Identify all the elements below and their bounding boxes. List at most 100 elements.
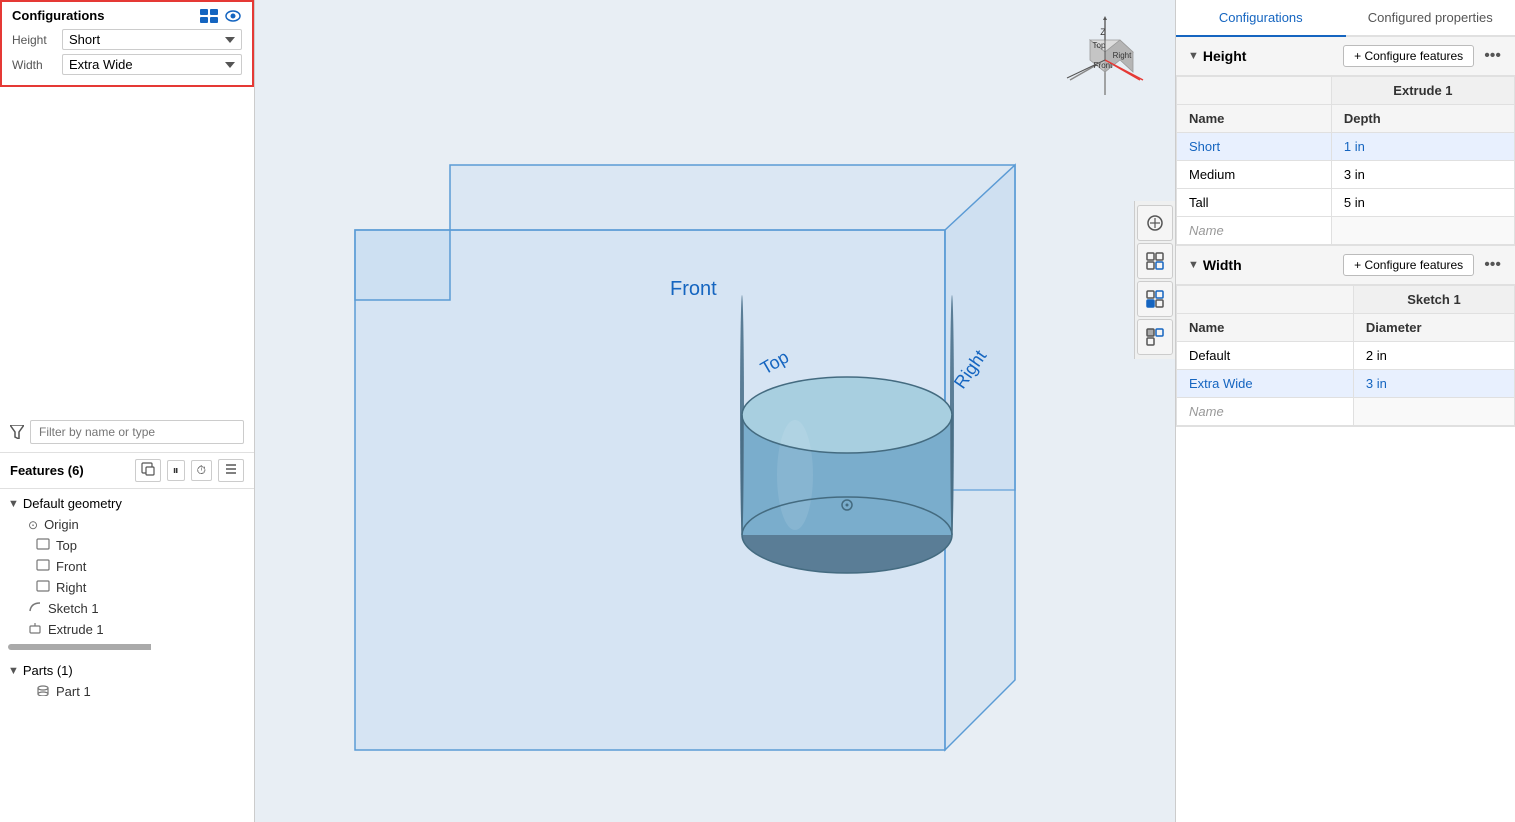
width-name-placeholder: Name (1177, 398, 1354, 426)
right-panel: Configurations Configured properties ▼ H… (1175, 0, 1515, 822)
filter-section (0, 412, 254, 453)
chevron-icon: ▼ (8, 498, 19, 510)
sketch-svg (28, 601, 42, 613)
configure-features-label: + Configure features (1354, 49, 1463, 63)
plane-svg-right (36, 580, 50, 592)
height-section-title: ▼ Height (1188, 48, 1343, 64)
height-feature-col-header: Extrude 1 (1331, 77, 1514, 105)
tree-item-extrude1[interactable]: Extrude 1 (0, 619, 254, 640)
list-icon (224, 462, 238, 476)
width-feature-col-header: Sketch 1 (1353, 286, 1514, 314)
features-title: Features (6) (10, 463, 129, 478)
height-configure-btn[interactable]: + Configure features (1343, 45, 1474, 67)
parts-group[interactable]: ▼ Parts (1) (0, 660, 254, 681)
extrude-icon (28, 622, 42, 637)
parts-section: ▼ Parts (1) Part 1 (0, 654, 254, 702)
add-instance-button[interactable] (135, 459, 161, 482)
width-name-col-header (1177, 286, 1354, 314)
3d-viewport[interactable]: Front Top Right (255, 0, 1175, 822)
default-geometry-label: Default geometry (23, 496, 122, 511)
width-select[interactable]: Default Extra Wide (62, 54, 242, 75)
filter-input[interactable] (30, 420, 244, 444)
width-label: Width (12, 58, 62, 72)
sketch1-label: Sketch 1 (48, 601, 99, 616)
grid-icon (200, 9, 220, 23)
config-title-icons (200, 9, 242, 23)
features-header: Features (6) ⏸ ⏱ (0, 453, 254, 489)
right-tabs: Configurations Configured properties (1176, 0, 1515, 37)
tab-configured-properties[interactable]: Configured properties (1346, 0, 1515, 37)
toolbar-btn-4[interactable] (1137, 319, 1173, 355)
svg-text:Front: Front (670, 278, 717, 300)
orientation-cube[interactable]: Z Front Right Top (1055, 10, 1155, 110)
toolbar-btn-2[interactable] (1137, 243, 1173, 279)
height-row-value-0: 1 in (1331, 133, 1514, 161)
list-button[interactable] (218, 459, 244, 482)
table-row[interactable]: Tall 5 in (1177, 189, 1515, 217)
width-row-name-1: Extra Wide (1177, 370, 1354, 398)
height-blank-cell (1331, 217, 1514, 245)
plane-svg-front (36, 559, 50, 571)
table-row[interactable]: Medium 3 in (1177, 161, 1515, 189)
eye-icon (224, 9, 242, 23)
width-row-name-0: Default (1177, 342, 1354, 370)
height-name-placeholder: Name (1177, 217, 1332, 245)
tree-item-front[interactable]: Front (0, 556, 254, 577)
height-config-row: Height Short Medium Tall (12, 29, 242, 50)
right-toolbar (1134, 201, 1175, 359)
plane-svg-top (36, 538, 50, 550)
plane-icon-right (36, 580, 50, 595)
parts-title: Parts (1) (23, 663, 73, 678)
pause-button[interactable]: ⏸ (167, 460, 185, 481)
table-row[interactable]: Name (1177, 398, 1515, 426)
table-row[interactable]: Name (1177, 217, 1515, 245)
table-row[interactable]: Extra Wide 3 in (1177, 370, 1515, 398)
tree-item-part1[interactable]: Part 1 (0, 681, 254, 702)
width-chevron: ▼ (1188, 259, 1199, 271)
height-table: Extrude 1 Name Depth Short 1 in Medium 3… (1176, 76, 1515, 245)
height-title: Height (1203, 48, 1247, 64)
toolbar-btn-1[interactable] (1137, 205, 1173, 241)
3d-scene: Front Top Right (255, 0, 1175, 822)
configurations-label: Configurations (12, 8, 104, 23)
plane-icon-top (36, 538, 50, 553)
tree-item-origin[interactable]: ⊙ Origin (0, 514, 254, 535)
extrude-svg (28, 622, 42, 634)
tab-configurations[interactable]: Configurations (1176, 0, 1346, 37)
width-row-value-0: 2 in (1353, 342, 1514, 370)
width-title: Width (1203, 257, 1242, 273)
sketch-icon (28, 601, 42, 616)
part-svg (36, 684, 50, 696)
tree-item-top[interactable]: Top (0, 535, 254, 556)
width-config-row: Width Default Extra Wide (12, 54, 242, 75)
height-chevron: ▼ (1188, 50, 1199, 62)
add-instance-icon (141, 462, 155, 476)
table-row[interactable]: Default 2 in (1177, 342, 1515, 370)
height-section-header: ▼ Height + Configure features ••• (1176, 37, 1515, 76)
width-configure-label: + Configure features (1354, 258, 1463, 272)
toolbar-btn-3[interactable] (1137, 281, 1173, 317)
tree-item-right[interactable]: Right (0, 577, 254, 598)
part-icon (36, 684, 50, 699)
default-geometry-group[interactable]: ▼ Default geometry (0, 493, 254, 514)
height-select[interactable]: Short Medium Tall (62, 29, 242, 50)
width-more-btn[interactable]: ••• (1482, 256, 1503, 274)
filter-icon (10, 425, 24, 439)
timer-button[interactable]: ⏱ (191, 460, 212, 481)
configurations-title: Configurations (12, 8, 242, 23)
height-row-name-1: Medium (1177, 161, 1332, 189)
extrude1-label: Extrude 1 (48, 622, 104, 637)
table-row[interactable]: Short 1 in (1177, 133, 1515, 161)
width-table: Sketch 1 Name Diameter Default 2 in Extr… (1176, 285, 1515, 426)
tree-item-sketch1[interactable]: Sketch 1 (0, 598, 254, 619)
svg-text:Right: Right (1113, 51, 1132, 60)
origin-icon: ⊙ (28, 518, 38, 532)
height-name-header: Name (1177, 105, 1332, 133)
width-configure-btn[interactable]: + Configure features (1343, 254, 1474, 276)
scrollbar-horizontal[interactable] (8, 644, 246, 650)
height-row-name-0: Short (1177, 133, 1332, 161)
plane-icon-front (36, 559, 50, 574)
svg-text:Top: Top (1093, 41, 1106, 50)
width-row-value-1: 3 in (1353, 370, 1514, 398)
height-more-btn[interactable]: ••• (1482, 47, 1503, 65)
